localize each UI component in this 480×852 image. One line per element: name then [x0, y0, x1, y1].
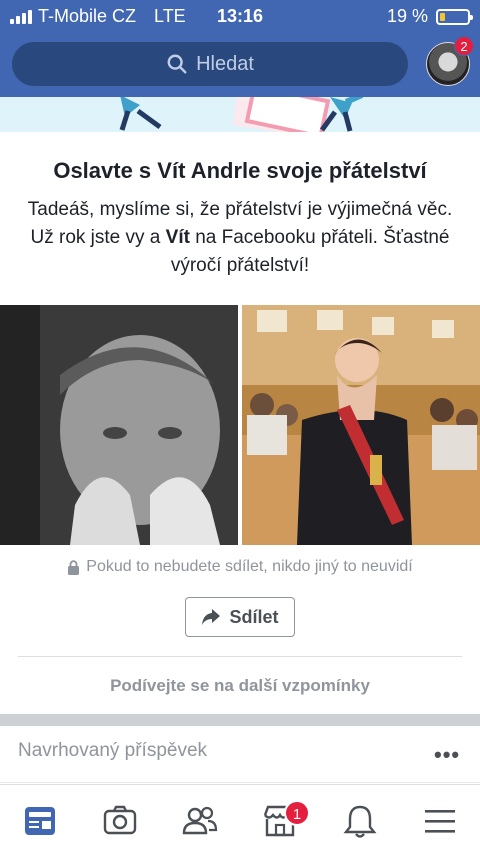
news-feed-icon — [25, 807, 55, 835]
suggested-post-label: Navrhovaný příspěvek — [18, 740, 208, 761]
tab-camera[interactable] — [100, 801, 140, 841]
post-divider — [0, 782, 480, 783]
status-bar: T-Mobile CZ LTE 13:16 19 % — [0, 0, 480, 34]
top-bar: T-Mobile CZ LTE 13:16 19 % Hledat 2 — [0, 0, 480, 97]
share-label: Sdílet — [229, 606, 279, 627]
search-icon — [167, 54, 187, 74]
friend-name: Vít — [165, 227, 190, 248]
friendship-illustration — [0, 97, 480, 132]
tab-menu[interactable] — [420, 801, 460, 841]
status-right: 19 % — [386, 6, 473, 27]
share-arrow-icon — [202, 609, 221, 625]
tab-friends[interactable] — [180, 801, 220, 841]
search-placeholder: Hledat — [196, 52, 254, 75]
more-memories-link[interactable]: Podívejte se na další vzpomínky — [0, 676, 480, 696]
profile-button[interactable]: 2 — [426, 36, 474, 86]
privacy-text: Pokud to nebudete sdílet, nikdo jiný to … — [86, 558, 413, 575]
friends-icon — [182, 806, 218, 835]
camera-icon — [103, 805, 137, 835]
tab-notifications[interactable] — [340, 801, 380, 841]
description-part-2: na Facebooku přáteli. Šťastné výročí přá… — [170, 227, 450, 276]
lock-icon — [68, 559, 80, 575]
photo-left[interactable] — [0, 305, 238, 545]
photo-right[interactable] — [242, 305, 480, 545]
battery-icon — [436, 8, 473, 25]
feed-separator — [0, 714, 480, 726]
battery-percent: 19 % — [386, 6, 428, 26]
tab-news-feed[interactable] — [20, 801, 60, 841]
memory-title: Oslavte s Vít Andrle svoje přátelství — [53, 158, 427, 183]
more-options-icon[interactable]: ••• — [434, 742, 460, 768]
memory-description: Tadeáš, myslíme si, že přátelství je výj… — [18, 196, 462, 280]
bottom-tab-bar — [0, 784, 480, 852]
share-button[interactable]: Sdílet — [185, 597, 295, 637]
privacy-note: Pokud to nebudete sdílet, nikdo jiný to … — [0, 558, 480, 576]
search-bar[interactable]: Hledat — [12, 42, 408, 86]
menu-icon — [425, 810, 455, 833]
photo-collage[interactable] — [0, 305, 480, 545]
card-divider — [18, 656, 462, 657]
profile-badge: 2 — [454, 36, 474, 56]
marketplace-badge: 1 — [284, 800, 310, 826]
notifications-icon — [343, 805, 377, 838]
